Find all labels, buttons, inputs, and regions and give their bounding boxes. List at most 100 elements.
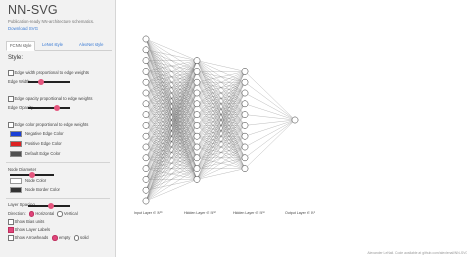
edge-width-prop-label: Edge width proportional to edge weights — [14, 70, 90, 75]
negative-edge-color-label: Negative Edge Color — [25, 131, 64, 136]
node-layer-0 — [142, 78, 150, 86]
node-border-color-label: Node Border Color — [25, 187, 60, 192]
node-layer-2 — [241, 132, 249, 140]
tab-lenet[interactable]: LeNet style — [39, 41, 66, 49]
edge — [244, 119, 296, 158]
edge-color-prop-label: Edge color proportional to edge weights — [14, 122, 89, 127]
node-layer-1 — [193, 111, 201, 118]
node-color-label: Node Color — [25, 178, 47, 183]
layer-spacing-slider-handle[interactable] — [48, 203, 55, 209]
default-edge-color-label: Default Edge Color — [25, 151, 61, 156]
direction-row: Direction: Horizontal Vertical — [8, 211, 78, 217]
download-svg-link[interactable]: Download SVG — [8, 26, 38, 31]
edge — [244, 119, 296, 137]
divider — [6, 162, 110, 163]
node-layer-0 — [142, 111, 150, 118]
show-arrowheads-label: Show Arrowheads — [14, 235, 49, 240]
style-heading: Style: — [8, 55, 24, 61]
edge — [145, 38, 198, 61]
layer-label-output: Output Layer ∈ ℝ¹ — [285, 211, 315, 215]
edge — [244, 114, 296, 121]
direction-vertical-label: Vertical — [63, 211, 78, 216]
edge — [196, 60, 246, 72]
network-canvas: Input Layer ∈ ℝ¹⁶ Hidden Layer ∈ ℝ¹² Hid… — [117, 0, 474, 257]
show-bias-row: Show Bias units — [8, 219, 44, 225]
edge — [145, 179, 198, 202]
show-bias-checkbox[interactable] — [8, 219, 14, 225]
positive-edge-color-swatch[interactable] — [10, 141, 22, 147]
tab-fcnn[interactable]: FCNN style — [6, 41, 36, 51]
direction-horizontal-radio[interactable] — [28, 211, 35, 217]
node-layer-2 — [241, 154, 249, 162]
edge — [196, 103, 246, 180]
node-layer-0 — [142, 122, 150, 129]
node-layer-1 — [193, 68, 201, 75]
node-color-input[interactable] — [10, 178, 22, 184]
node-layer-1 — [193, 122, 201, 129]
edge-color-prop-checkbox[interactable] — [8, 122, 14, 128]
negative-edge-color-swatch[interactable] — [10, 131, 22, 137]
arrowhead-solid-radio[interactable] — [73, 235, 80, 241]
node-layer-2 — [241, 100, 249, 108]
show-arrowheads-checkbox[interactable] — [8, 235, 14, 241]
node-layer-0 — [142, 132, 150, 140]
node-layer-0 — [142, 89, 150, 97]
edge-width-prop-row: Edge width proportional to edge weights — [8, 70, 89, 76]
edge-color-prop-row: Edge color proportional to edge weights — [8, 122, 88, 128]
node-layer-0 — [142, 100, 150, 108]
settings-sidebar: NN-SVG Publication-ready NN-architecture… — [0, 0, 116, 257]
show-layer-labels-checkbox[interactable] — [8, 227, 14, 233]
direction-label: Direction: — [8, 211, 26, 216]
node-layer-2 — [241, 111, 249, 118]
node-layer-0 — [142, 165, 150, 172]
divider — [6, 198, 110, 199]
node-layer-1 — [193, 57, 201, 64]
node-layer-1 — [193, 143, 201, 151]
edge-opacity-prop-label: Edge opacity proportional to edge weight… — [14, 96, 93, 101]
edge-width-prop-checkbox[interactable] — [8, 70, 14, 76]
node-border-color-input[interactable] — [10, 187, 22, 193]
layer-label-hidden-1: Hidden Layer ∈ ℝ¹² — [184, 211, 216, 215]
edge — [244, 92, 296, 121]
node-layer-1 — [193, 176, 201, 183]
node-layer-0 — [142, 35, 150, 43]
footer-credit: Alexander LeNail. Code available at gith… — [367, 251, 468, 255]
show-layer-labels-row: Show Layer Labels — [8, 227, 50, 233]
layer-label-input: Input Layer ∈ ℝ¹⁶ — [134, 211, 163, 215]
node-layer-2 — [241, 78, 249, 86]
direction-vertical-radio[interactable] — [57, 211, 63, 217]
node-layer-0 — [142, 176, 150, 183]
edge-opacity-prop-checkbox[interactable] — [8, 96, 14, 102]
arrowhead-empty-radio[interactable] — [52, 235, 58, 241]
node-layer-1 — [193, 132, 201, 140]
edge-opacity-slider-handle[interactable] — [54, 105, 61, 111]
node-layer-2 — [241, 143, 249, 151]
tab-alexnet[interactable]: AlexNet style — [76, 41, 106, 49]
node-layer-2 — [241, 122, 249, 129]
node-layer-0 — [142, 197, 150, 205]
positive-edge-color-label: Positive Edge Color — [25, 141, 62, 146]
edge — [244, 119, 296, 148]
node-layer-0 — [142, 68, 150, 75]
node-layer-0 — [142, 143, 150, 151]
edge-opacity-prop-row: Edge opacity proportional to edge weight… — [8, 96, 93, 102]
edges-group — [145, 38, 296, 202]
show-bias-label: Show Bias units — [14, 219, 45, 224]
edge — [196, 82, 246, 180]
page-scrollbar[interactable] — [467, 0, 474, 257]
node-layer-0 — [142, 186, 150, 194]
layer-label-hidden-2: Hidden Layer ∈ ℝ¹⁰ — [233, 211, 265, 215]
app-title: NN-SVG — [8, 3, 58, 17]
edge-width-slider-handle[interactable] — [37, 79, 44, 85]
node-layer-1 — [193, 154, 201, 162]
edge-opacity-slider[interactable] — [28, 107, 70, 109]
edge-width-slider[interactable] — [28, 81, 70, 83]
style-tabs: FCNN style LeNet style AlexNet style — [6, 41, 112, 51]
app-tagline: Publication-ready NN-architecture schema… — [8, 19, 95, 24]
default-edge-color-swatch[interactable] — [10, 151, 22, 157]
node-layer-2 — [241, 68, 249, 75]
node-layer-0 — [142, 57, 150, 64]
node-layer-3 — [291, 116, 299, 124]
node-layer-1 — [193, 100, 201, 108]
edge — [196, 168, 246, 180]
